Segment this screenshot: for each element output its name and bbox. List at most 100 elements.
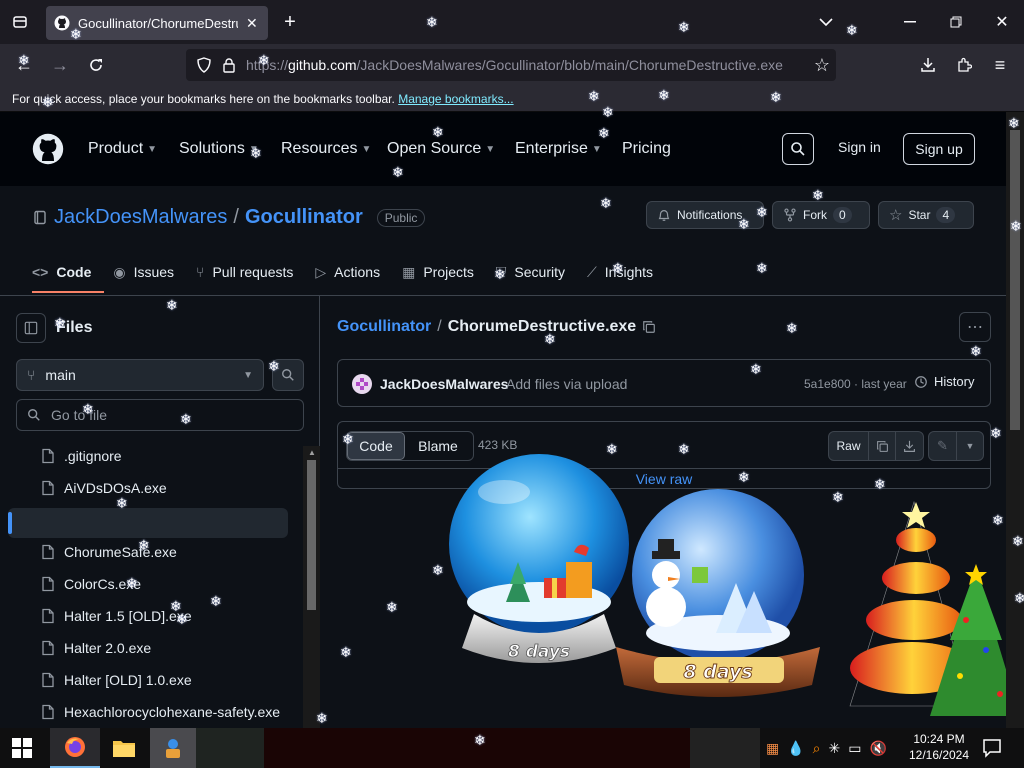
snow-globe-right-gadget[interactable]: 8 days: [616, 487, 820, 703]
network-icon[interactable]: ▭: [848, 740, 861, 757]
commit-message[interactable]: Add files via upload: [506, 376, 627, 392]
nav-resources[interactable]: Resources ▼: [281, 112, 371, 186]
repo-title: JackDoesMalwares / Gocullinator Public: [32, 206, 426, 229]
tray-sparkle-icon[interactable]: ✳: [829, 740, 841, 757]
snowflake-icon: ❄: [602, 104, 614, 120]
branch-selector[interactable]: ⑂ main ▼: [16, 359, 264, 391]
sidebar-scrollbar-thumb[interactable]: [307, 460, 316, 610]
nav-enterprise[interactable]: Enterprise ▼: [515, 112, 602, 186]
snowflake-icon: ❄: [738, 216, 750, 232]
search-button[interactable]: [782, 133, 814, 165]
tray-drop-icon[interactable]: 💧: [787, 740, 804, 757]
tab-actions[interactable]: ▷ Actions: [315, 260, 380, 284]
tab-issues[interactable]: ◉ Issues: [113, 260, 174, 284]
nav-pricing[interactable]: Pricing: [622, 112, 671, 186]
windows-start-icon[interactable]: [12, 738, 32, 758]
tab-list-chevron-icon[interactable]: [814, 10, 838, 34]
download-raw-button[interactable]: [896, 432, 923, 460]
tab-security[interactable]: ⛉ Security: [496, 260, 565, 284]
reload-button[interactable]: [84, 53, 108, 77]
raw-button[interactable]: Raw: [829, 432, 869, 460]
bookmark-star-icon[interactable]: ☆: [810, 53, 834, 77]
code-toggle[interactable]: Code: [347, 432, 405, 460]
restore-window-button[interactable]: [944, 10, 968, 34]
commit-meta[interactable]: 5a1e800 · last year: [804, 377, 907, 391]
forward-button[interactable]: →: [48, 53, 72, 77]
close-window-button[interactable]: ✕: [990, 10, 1014, 34]
tracking-shield-icon[interactable]: [196, 57, 212, 73]
collapse-sidebar-button[interactable]: [16, 313, 46, 343]
file-tree-item[interactable]: Hexachlorocyclohexane-safety.exe: [40, 704, 280, 720]
more-options-button[interactable]: ⋯: [959, 312, 991, 342]
page-scrollbar-thumb[interactable]: [1010, 130, 1020, 430]
file-tree-item[interactable]: Halter 1.5 [OLD].exe: [40, 608, 192, 624]
nav-solutions[interactable]: Solutions ▼: [179, 112, 259, 186]
address-bar[interactable]: https://github.com/JackDoesMalwares/Gocu…: [186, 49, 836, 81]
star-button[interactable]: ☆ Star 4: [878, 201, 974, 229]
system-tray: ▦ 💧 ⌕ ✳ ▭ 🔇: [766, 740, 887, 757]
snowflake-icon: ❄: [544, 331, 556, 347]
edit-dropdown-chevron-icon[interactable]: ▼: [957, 432, 983, 460]
taskbar-app[interactable]: [150, 728, 196, 768]
menu-hamburger-icon[interactable]: ≡: [988, 53, 1012, 77]
volume-icon[interactable]: 🔇: [869, 740, 886, 757]
tab-code-label: Code: [56, 264, 92, 280]
file-tree-item[interactable]: Halter [OLD] 1.0.exe: [40, 672, 192, 688]
tab-projects[interactable]: ▦ Projects: [402, 260, 474, 284]
minimize-window-button[interactable]: [898, 10, 922, 34]
taskbar-clock[interactable]: 10:24 PM 12/16/2024: [904, 732, 974, 762]
taskbar-firefox[interactable]: [50, 728, 100, 768]
tab-code[interactable]: <> Code: [32, 260, 91, 284]
taskbar-file-explorer[interactable]: [100, 728, 148, 768]
fork-button[interactable]: Fork 0: [772, 201, 870, 229]
manage-bookmarks-link[interactable]: Manage bookmarks...: [398, 92, 513, 106]
snowflake-icon: ❄: [1014, 590, 1024, 606]
file-tree-item[interactable]: Halter 2.0.exe: [40, 640, 151, 656]
sign-up-button[interactable]: Sign up: [903, 133, 975, 165]
sidebar-scrollbar[interactable]: ▲: [303, 446, 320, 728]
pencil-icon[interactable]: ✎: [929, 432, 957, 460]
file-tree-item[interactable]: AiVDsDOsA.exe: [40, 480, 167, 496]
file-tree-item[interactable]: ChorumeSafe.exe: [40, 544, 177, 560]
lock-icon[interactable]: [222, 57, 236, 73]
copy-raw-button[interactable]: [869, 432, 896, 460]
page-scrollbar[interactable]: [1006, 112, 1024, 728]
branch-name: main: [45, 367, 76, 383]
history-button[interactable]: History: [914, 374, 974, 389]
nav-product-label: Product: [88, 140, 144, 157]
chevron-down-icon: ▼: [361, 143, 372, 155]
snow-globe-left-gadget[interactable]: 8 days: [444, 452, 634, 676]
chevron-down-icon: ▼: [591, 143, 602, 155]
avatar[interactable]: [352, 374, 372, 394]
snowflake-icon: ❄: [386, 599, 398, 615]
github-logo-icon[interactable]: [32, 133, 64, 165]
repo-name-link[interactable]: Gocullinator: [245, 206, 363, 229]
extensions-icon[interactable]: [952, 53, 976, 77]
search-icon: [28, 409, 40, 421]
commit-author[interactable]: JackDoesMalwares: [380, 376, 508, 392]
copy-path-icon[interactable]: [642, 320, 656, 334]
go-to-file-input[interactable]: Go to file: [16, 399, 304, 431]
tray-search-icon[interactable]: ⌕: [813, 740, 821, 757]
url-text[interactable]: https://github.com/JackDoesMalwares/Gocu…: [246, 57, 783, 73]
downloads-icon[interactable]: [916, 53, 940, 77]
tab-pull-requests[interactable]: ⑂ Pull requests: [196, 260, 293, 284]
sign-in-link[interactable]: Sign in: [838, 139, 881, 155]
breadcrumb-repo-link[interactable]: Gocullinator: [337, 318, 431, 336]
download-icon: [904, 440, 915, 452]
snowflake-icon: ❄: [18, 52, 30, 68]
file-tree-item[interactable]: .gitignore: [40, 448, 122, 464]
repo-owner-link[interactable]: JackDoesMalwares: [54, 206, 227, 229]
new-tab-button[interactable]: +: [278, 10, 302, 34]
close-tab-icon[interactable]: ✕: [246, 15, 258, 32]
firefox-view-icon[interactable]: [8, 10, 32, 34]
chevron-down-icon: ▼: [243, 369, 253, 381]
github-icon: [54, 15, 70, 31]
scroll-up-icon[interactable]: ▲: [308, 448, 316, 457]
windows-taskbar: ▦ 💧 ⌕ ✳ ▭ 🔇 10:24 PM 12/16/2024: [0, 728, 1024, 768]
tray-app-icon[interactable]: ▦: [766, 740, 779, 757]
notification-center-icon[interactable]: [982, 738, 1002, 758]
nav-product[interactable]: Product ▼: [88, 112, 157, 186]
clock-time: 10:24 PM: [913, 732, 965, 746]
snowflake-icon: ❄: [82, 401, 94, 417]
